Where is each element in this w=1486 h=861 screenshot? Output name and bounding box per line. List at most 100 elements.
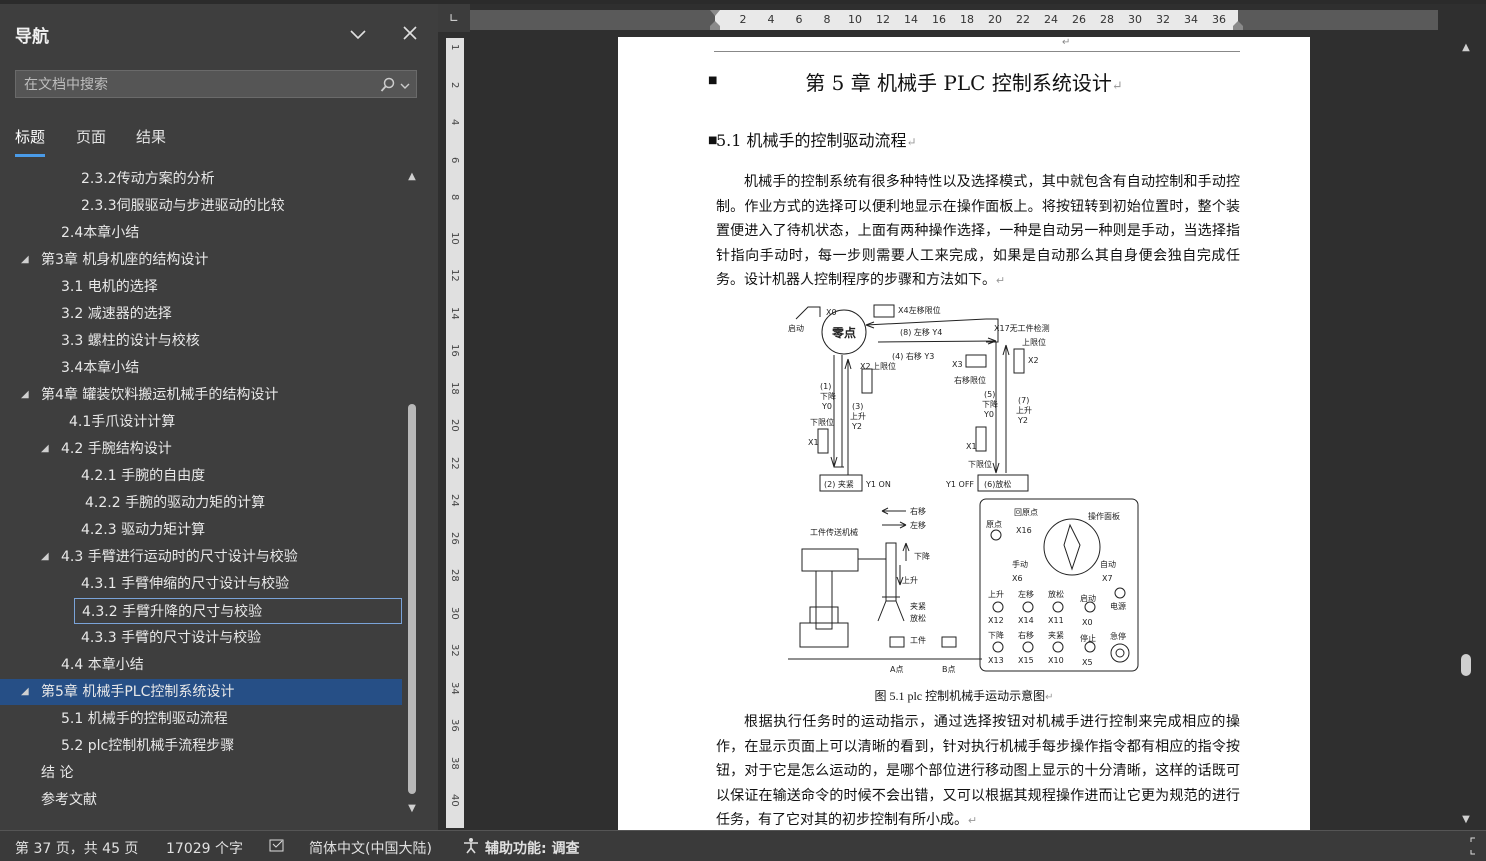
collapse-arrow-icon[interactable]: ◢ — [21, 247, 35, 273]
ruler-tick-label: 30 — [449, 606, 460, 620]
search-options-button[interactable] — [378, 75, 412, 95]
tab-stop-selector[interactable]: ∟ — [438, 4, 470, 32]
fig-row2code-3: X5 — [1082, 658, 1093, 667]
nav-heading-item[interactable]: 3.1 电机的选择 — [0, 274, 402, 300]
document-scrollbar[interactable]: ▲ ▼ — [1456, 38, 1476, 828]
nav-heading-label: 5.1 机械手的控制驱动流程 — [61, 711, 228, 727]
nav-heading-item[interactable]: 2.4本章小结 — [0, 220, 402, 246]
collapse-arrow-icon[interactable]: ◢ — [21, 382, 35, 408]
tab-pages[interactable]: 页面 — [76, 126, 106, 147]
nav-heading-label: 3.1 电机的选择 — [61, 279, 158, 295]
nav-heading-item[interactable]: 3.3 螺柱的设计与校核 — [0, 328, 402, 354]
collapse-arrow-icon[interactable]: ◢ — [41, 436, 55, 462]
nav-heading-item[interactable]: 4.3.1 手臂伸缩的尺寸设计与校验 — [0, 571, 402, 597]
status-bar: 第 37 页，共 45 页 17029 个字 简体中文(中国大陆) 辅助功能: … — [0, 830, 1486, 861]
nav-scroll-thumb[interactable] — [408, 404, 416, 794]
ruler-tick-label: 22 — [449, 456, 460, 470]
fig-x2l: X2 — [860, 362, 871, 371]
accessibility-icon[interactable] — [462, 837, 480, 859]
indent-marker-icon[interactable] — [709, 10, 721, 30]
fig-start: 启动 — [788, 323, 804, 333]
nav-heading-label: 3.3 螺柱的设计与校核 — [61, 333, 200, 349]
nav-heading-item[interactable]: ◢ 4.2 手腕结构设计 — [0, 436, 402, 462]
horizontal-ruler[interactable]: 2 4 6 8 10 12 14 16 18 20 22 24 26 28 30 32 34 36 — [710, 10, 1243, 30]
nav-heading-item[interactable]: 3.4本章小结 — [0, 355, 402, 381]
tab-results[interactable]: 结果 — [136, 126, 166, 147]
fig-y0l: Y0 — [821, 402, 832, 411]
scroll-up-icon[interactable]: ▲ — [1459, 42, 1473, 56]
fig-x6: X6 — [1012, 574, 1023, 583]
tab-headings[interactable]: 标题 — [15, 126, 46, 157]
nav-close-button[interactable] — [398, 22, 422, 46]
scroll-up-icon[interactable]: ▲ — [405, 170, 419, 184]
fig-x17: X17无工件检测 — [994, 323, 1050, 333]
nav-heading-label: 3.4本章小结 — [61, 360, 140, 376]
scroll-down-icon[interactable]: ▼ — [1459, 814, 1473, 828]
document-page[interactable]: ↵ ■ 第 5 章 机械手 PLC 控制系统设计↵ ■ 5.1 机械手的控制驱动… — [618, 37, 1310, 830]
nav-scrollbar[interactable]: ▲ ▼ — [405, 170, 419, 818]
fig-right-limit: 右移限位 — [954, 375, 986, 385]
nav-heading-item[interactable]: 4.2.2 手腕的驱动力矩的计算 — [0, 490, 402, 516]
page-count[interactable]: 第 37 页，共 45 页 — [15, 838, 138, 858]
fig-workpiece: 工件 — [910, 635, 926, 645]
nav-heading-item[interactable]: 2.3.3伺服驱动与步进驱动的比较 — [0, 193, 402, 219]
nav-heading-label: 2.4本章小结 — [61, 225, 140, 241]
nav-heading-label: 第3章 机身机座的结构设计 — [41, 252, 209, 268]
fig-y0r: Y0 — [983, 410, 994, 419]
nav-options-button[interactable] — [346, 22, 370, 46]
word-count[interactable]: 17029 个字 — [166, 838, 243, 858]
nav-heading-item[interactable]: 2.3.2传动方案的分析 — [0, 166, 402, 192]
control-diagram-figure: X0 启动 零点 X4左移限位 (8) 左移 Y4 X17无工件检测 上限位 X… — [788, 304, 1139, 674]
document-scroll-thumb[interactable] — [1461, 654, 1471, 676]
nav-heading-item[interactable]: 5.2 plc控制机械手流程步骤 — [0, 733, 402, 759]
focus-mode-icon[interactable] — [1470, 837, 1484, 859]
nav-heading-label: 4.2.2 手腕的驱动力矩的计算 — [85, 495, 266, 511]
nav-heading-item[interactable]: 4.4 本章小结 — [0, 652, 402, 678]
header-paragraph-mark: ↵ — [1062, 37, 1071, 48]
fig-x3: X3 — [952, 360, 963, 369]
ruler-tick-label: 36 — [449, 719, 460, 732]
ruler-tick-label: 18 — [449, 381, 460, 395]
ruler-tick-label: 8 — [823, 13, 831, 26]
operation-panel — [979, 498, 1139, 672]
nav-heading-item[interactable]: 5.1 机械手的控制驱动流程 — [0, 706, 402, 732]
search-input[interactable] — [22, 74, 376, 96]
fig-row2-1: 右移 — [1018, 630, 1034, 640]
ruler-tick-label: 30 — [1128, 13, 1142, 26]
nav-heading-item[interactable]: ◢ 第3章 机身机座的结构设计 — [0, 247, 402, 273]
nav-heading-item[interactable]: 4.3.3 手臂的尺寸设计与校验 — [0, 625, 402, 651]
language-indicator[interactable]: 简体中文(中国大陆) — [309, 838, 432, 858]
collapse-arrow-icon[interactable]: ◢ — [21, 679, 35, 705]
collapse-arrow-icon[interactable]: ◢ — [41, 544, 55, 570]
nav-heading-item[interactable]: 参考文献 — [0, 787, 402, 813]
nav-heading-item[interactable]: 4.2.3 驱动力矩计算 — [0, 517, 402, 543]
figure-caption: 图 5.1 plc 控制机械手运动示意图↵ — [874, 689, 1054, 703]
scroll-down-icon[interactable]: ▼ — [405, 802, 419, 816]
ruler-tick-label: 6 — [449, 156, 460, 163]
nav-heading-item[interactable]: 4.1手爪设计计算 — [0, 409, 402, 435]
nav-heading-item[interactable]: ◢ 4.3 手臂进行运动时的尺寸设计与校验 — [0, 544, 402, 570]
ruler-tick-label: 18 — [960, 13, 974, 26]
fig-m-down: 下降 — [914, 551, 930, 561]
nav-heading-item[interactable]: 结 论 — [0, 760, 402, 786]
nav-heading-label: 结 论 — [41, 765, 74, 781]
fig-y1off: Y1 OFF — [945, 480, 974, 489]
vertical-ruler[interactable]: 1 2 4 6 8 10 12 14 16 18 20 22 24 26 28 30 32 34 36 38 40 — [446, 38, 464, 828]
fig-x16: X16 — [1016, 526, 1032, 535]
right-indent-marker-icon[interactable] — [1232, 10, 1244, 30]
nav-heading-item[interactable]: 3.2 减速器的选择 — [0, 301, 402, 327]
nav-heading-item[interactable]: 4.3.2 手臂升降的尺寸与校验 — [74, 598, 402, 624]
ruler-tick-label: 28 — [1100, 13, 1114, 26]
ruler-tick-label: 16 — [932, 13, 946, 26]
nav-heading-item[interactable]: ◢ 第5章 机械手PLC控制系统设计 — [0, 679, 402, 705]
fig-row1-2: 放松 — [1048, 589, 1064, 599]
paragraph-1: 机械手的控制系统有很多种特性以及选择模式，其中就包含有自动控制和手动控制。作业方… — [716, 175, 1240, 288]
nav-heading-item[interactable]: 4.2.1 手腕的自由度 — [0, 463, 402, 489]
proofing-icon[interactable] — [268, 837, 286, 859]
ruler-tick-label: 2 — [449, 81, 460, 88]
fig-x1r: X1 — [966, 442, 977, 451]
accessibility-status[interactable]: 辅助功能: 调查 — [485, 838, 579, 858]
fig-step7: (7) — [1018, 396, 1029, 405]
fig-step8: (8) 左移 Y4 — [900, 327, 942, 337]
nav-heading-item[interactable]: ◢ 第4章 罐装饮料搬运机械手的结构设计 — [0, 382, 402, 408]
